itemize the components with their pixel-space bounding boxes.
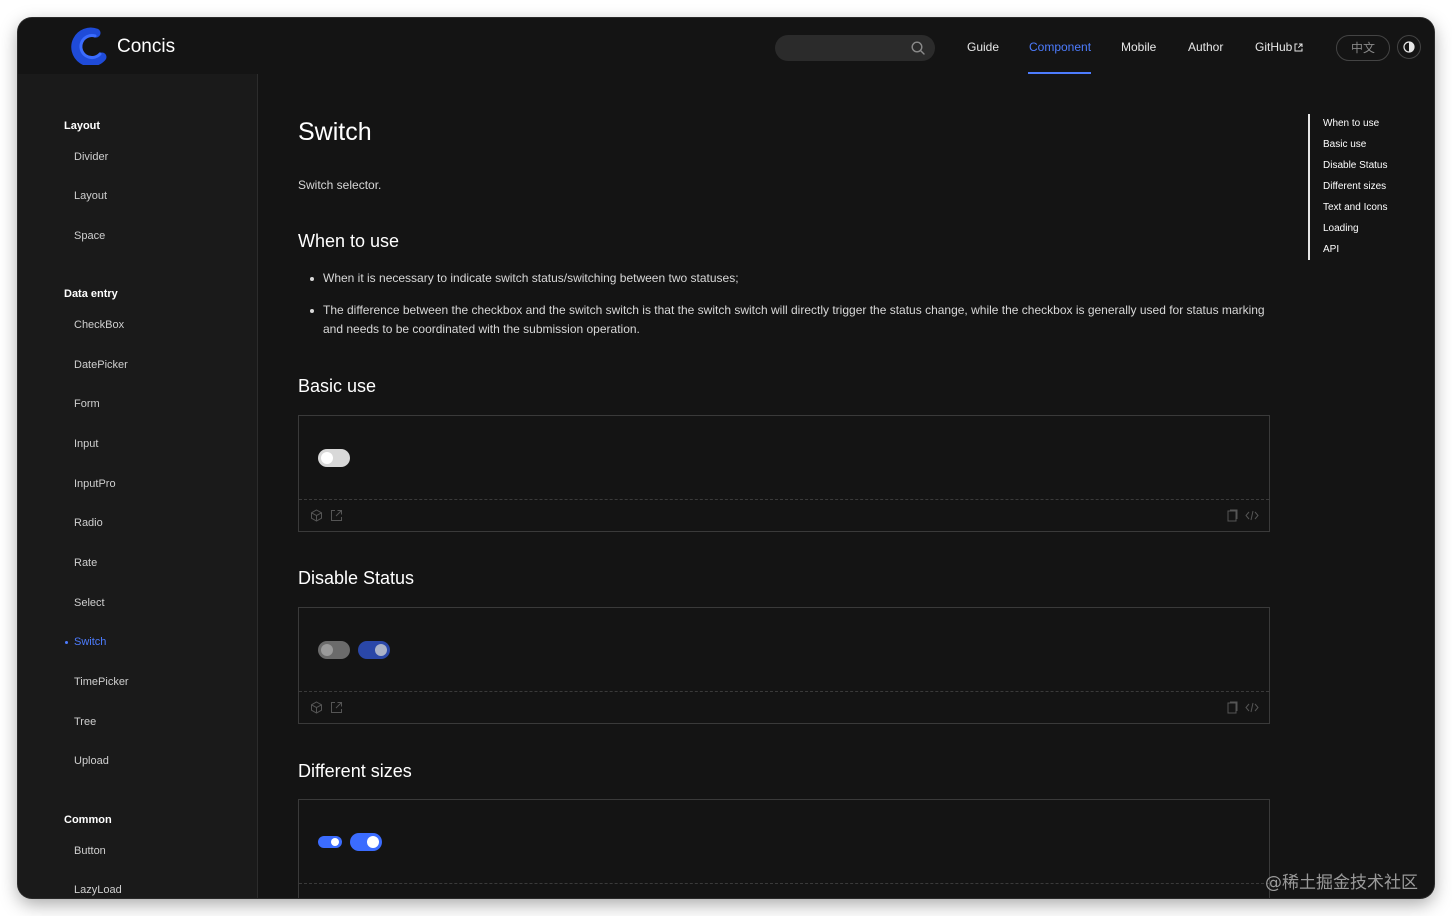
demo-toolbar	[299, 884, 1269, 898]
page-description: Switch selector.	[298, 178, 382, 192]
switch-knob	[375, 644, 387, 656]
main-content: Switch Switch selector. When to use When…	[258, 74, 1298, 898]
sidebar-group-layout: Layout	[64, 120, 101, 132]
toc-disable-status[interactable]: Disable Status	[1323, 160, 1387, 171]
toc-loading[interactable]: Loading	[1323, 223, 1359, 234]
demo-preview	[299, 608, 1269, 692]
sidebar-item-timepicker[interactable]: TimePicker	[74, 676, 129, 688]
sidebar-group-data-entry: Data entry	[64, 288, 118, 300]
sidebar-item-radio[interactable]: Radio	[74, 517, 103, 529]
sidebar-item-space[interactable]: Space	[74, 230, 105, 242]
watermark: @稀土掘金技术社区	[1265, 873, 1418, 893]
open-external-icon[interactable]	[330, 509, 343, 522]
switch-knob	[331, 838, 339, 846]
external-link-icon	[1294, 43, 1303, 52]
switch-small-on[interactable]	[318, 836, 342, 848]
demo-basic-use	[298, 415, 1270, 532]
switch-off[interactable]	[318, 449, 350, 467]
brand-name[interactable]: Concis	[117, 36, 175, 58]
theme-toggle-button[interactable]	[1397, 35, 1421, 59]
code-icon[interactable]	[1245, 509, 1259, 522]
page-title: Switch	[298, 118, 372, 146]
toc-basic-use[interactable]: Basic use	[1323, 139, 1366, 150]
demo-preview	[299, 416, 1269, 500]
switch-disabled-on	[358, 641, 390, 659]
search-icon	[911, 41, 925, 55]
demo-preview	[299, 800, 1269, 884]
open-external-icon[interactable]	[330, 701, 343, 714]
switch-knob	[367, 836, 379, 848]
demo-toolbar	[299, 692, 1269, 723]
heading-basic-use: Basic use	[298, 376, 377, 396]
switch-knob	[321, 452, 333, 464]
nav-guide[interactable]: Guide	[967, 40, 999, 54]
toc-text-and-icons[interactable]: Text and Icons	[1323, 202, 1387, 213]
sidebar-item-rate[interactable]: Rate	[74, 557, 97, 569]
contrast-icon	[1403, 41, 1415, 53]
list-item: The difference between the checkbox and …	[310, 301, 1273, 339]
concis-logo-icon[interactable]	[68, 27, 108, 65]
sidebar-group-common: Common	[64, 814, 112, 826]
toc-api[interactable]: API	[1323, 244, 1339, 255]
nav-component[interactable]: Component	[1029, 40, 1091, 54]
heading-different-sizes: Different sizes	[298, 761, 412, 781]
nav-author[interactable]: Author	[1188, 40, 1223, 54]
switch-disabled-off	[318, 641, 350, 659]
table-of-contents: When to use Basic use Disable Status Dif…	[1308, 114, 1418, 260]
language-toggle-button[interactable]: 中文	[1336, 35, 1390, 61]
switch-default-on[interactable]	[350, 833, 382, 851]
nav-github[interactable]: GitHub	[1255, 40, 1303, 54]
sidebar-item-lazyload[interactable]: LazyLoad	[74, 884, 122, 896]
code-icon[interactable]	[1245, 701, 1259, 714]
sidebar-item-upload[interactable]: Upload	[74, 755, 109, 767]
top-header: Concis Guide Component Mobile Author Git…	[18, 18, 1434, 74]
codesandbox-icon[interactable]	[310, 701, 323, 714]
sidebar-item-button[interactable]: Button	[74, 845, 106, 857]
sidebar-item-input[interactable]: Input	[74, 438, 98, 450]
codesandbox-icon[interactable]	[310, 509, 323, 522]
sidebar-item-inputpro[interactable]: InputPro	[74, 478, 116, 490]
toc-when-to-use[interactable]: When to use	[1323, 118, 1379, 129]
heading-disable-status: Disable Status	[298, 568, 415, 588]
sidebar-item-form[interactable]: Form	[74, 398, 100, 410]
toc-different-sizes[interactable]: Different sizes	[1323, 181, 1386, 192]
heading-when-to-use: When to use	[298, 231, 400, 251]
sidebar-item-select[interactable]: Select	[74, 597, 105, 609]
search-input[interactable]	[775, 35, 935, 61]
nav-github-label: GitHub	[1255, 40, 1293, 54]
app-window: Concis Guide Component Mobile Author Git…	[18, 18, 1434, 898]
sidebar: Layout Divider Layout Space Data entry C…	[18, 74, 258, 898]
sidebar-item-checkbox[interactable]: CheckBox	[74, 319, 124, 331]
demo-different-sizes	[298, 799, 1270, 898]
copy-icon[interactable]	[1226, 509, 1238, 522]
demo-toolbar	[299, 500, 1269, 531]
switch-knob	[321, 644, 333, 656]
copy-icon[interactable]	[1226, 701, 1238, 714]
sidebar-item-switch[interactable]: Switch	[64, 636, 106, 648]
sidebar-item-datepicker[interactable]: DatePicker	[74, 359, 128, 371]
list-item: When it is necessary to indicate switch …	[310, 269, 1273, 288]
sidebar-item-divider[interactable]: Divider	[74, 151, 108, 163]
demo-disable-status	[298, 607, 1270, 724]
sidebar-item-layout[interactable]: Layout	[74, 190, 107, 202]
sidebar-item-tree[interactable]: Tree	[74, 716, 96, 728]
nav-mobile[interactable]: Mobile	[1121, 40, 1156, 54]
